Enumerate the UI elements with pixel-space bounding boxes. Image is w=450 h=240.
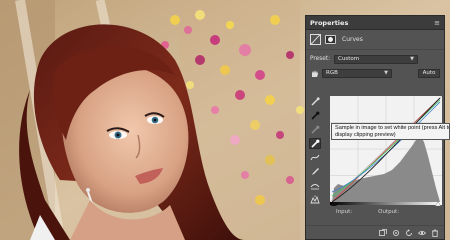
panel-header: Properties ≡ (306, 16, 444, 30)
adjustment-name: Curves (342, 36, 363, 43)
adjustment-row: Curves (306, 30, 444, 50)
tooltip-line-1: Sample in image to set white point (pres… (335, 125, 450, 131)
clipping-warning-icon[interactable] (309, 194, 321, 205)
black-point-eyedropper-icon[interactable] (309, 110, 321, 121)
chevron-down-icon: ▼ (410, 56, 415, 62)
output-label: Output: (378, 209, 400, 215)
reset-icon[interactable] (405, 228, 413, 237)
delete-icon[interactable] (431, 229, 439, 237)
clip-to-layer-icon[interactable] (379, 228, 387, 237)
tooltip-line-2: display clipping preview) (335, 131, 396, 138)
input-output-row: Input: Output: (336, 209, 399, 215)
visibility-icon[interactable] (418, 229, 426, 237)
on-image-adjust-icon[interactable] (309, 96, 321, 107)
channel-row: RGB ▼ Auto (306, 66, 444, 80)
preset-dropdown[interactable]: Custom ▼ (334, 54, 419, 64)
smooth-icon[interactable] (309, 180, 321, 191)
auto-button[interactable]: Auto (418, 68, 440, 78)
curves-adjustment-icon[interactable] (310, 34, 321, 45)
panel-bottom-bar (306, 225, 444, 239)
curves-tools (309, 96, 325, 205)
pencil-icon[interactable] (309, 166, 321, 177)
properties-tab[interactable]: Properties (310, 19, 348, 27)
channel-value: RGB (326, 70, 338, 76)
preset-value: Custom (338, 56, 360, 62)
preset-row: Preset: Custom ▼ (306, 52, 444, 66)
targeted-adjustment-hand-icon[interactable] (310, 69, 319, 78)
preset-label: Preset: (310, 56, 331, 62)
tooltip: Sample in image to set white point (pres… (331, 123, 450, 140)
curve-edit-icon[interactable] (309, 152, 321, 163)
panel-menu-icon[interactable]: ≡ (434, 19, 440, 27)
curves-graph[interactable] (329, 95, 443, 207)
input-label: Input: (336, 209, 353, 215)
gray-point-eyedropper-icon[interactable] (309, 124, 321, 135)
layer-mask-icon[interactable] (325, 35, 336, 44)
chevron-down-icon: ▼ (384, 70, 388, 76)
view-previous-icon[interactable] (392, 229, 400, 237)
white-point-eyedropper-icon[interactable] (309, 138, 321, 149)
channel-dropdown[interactable]: RGB ▼ (322, 68, 392, 78)
